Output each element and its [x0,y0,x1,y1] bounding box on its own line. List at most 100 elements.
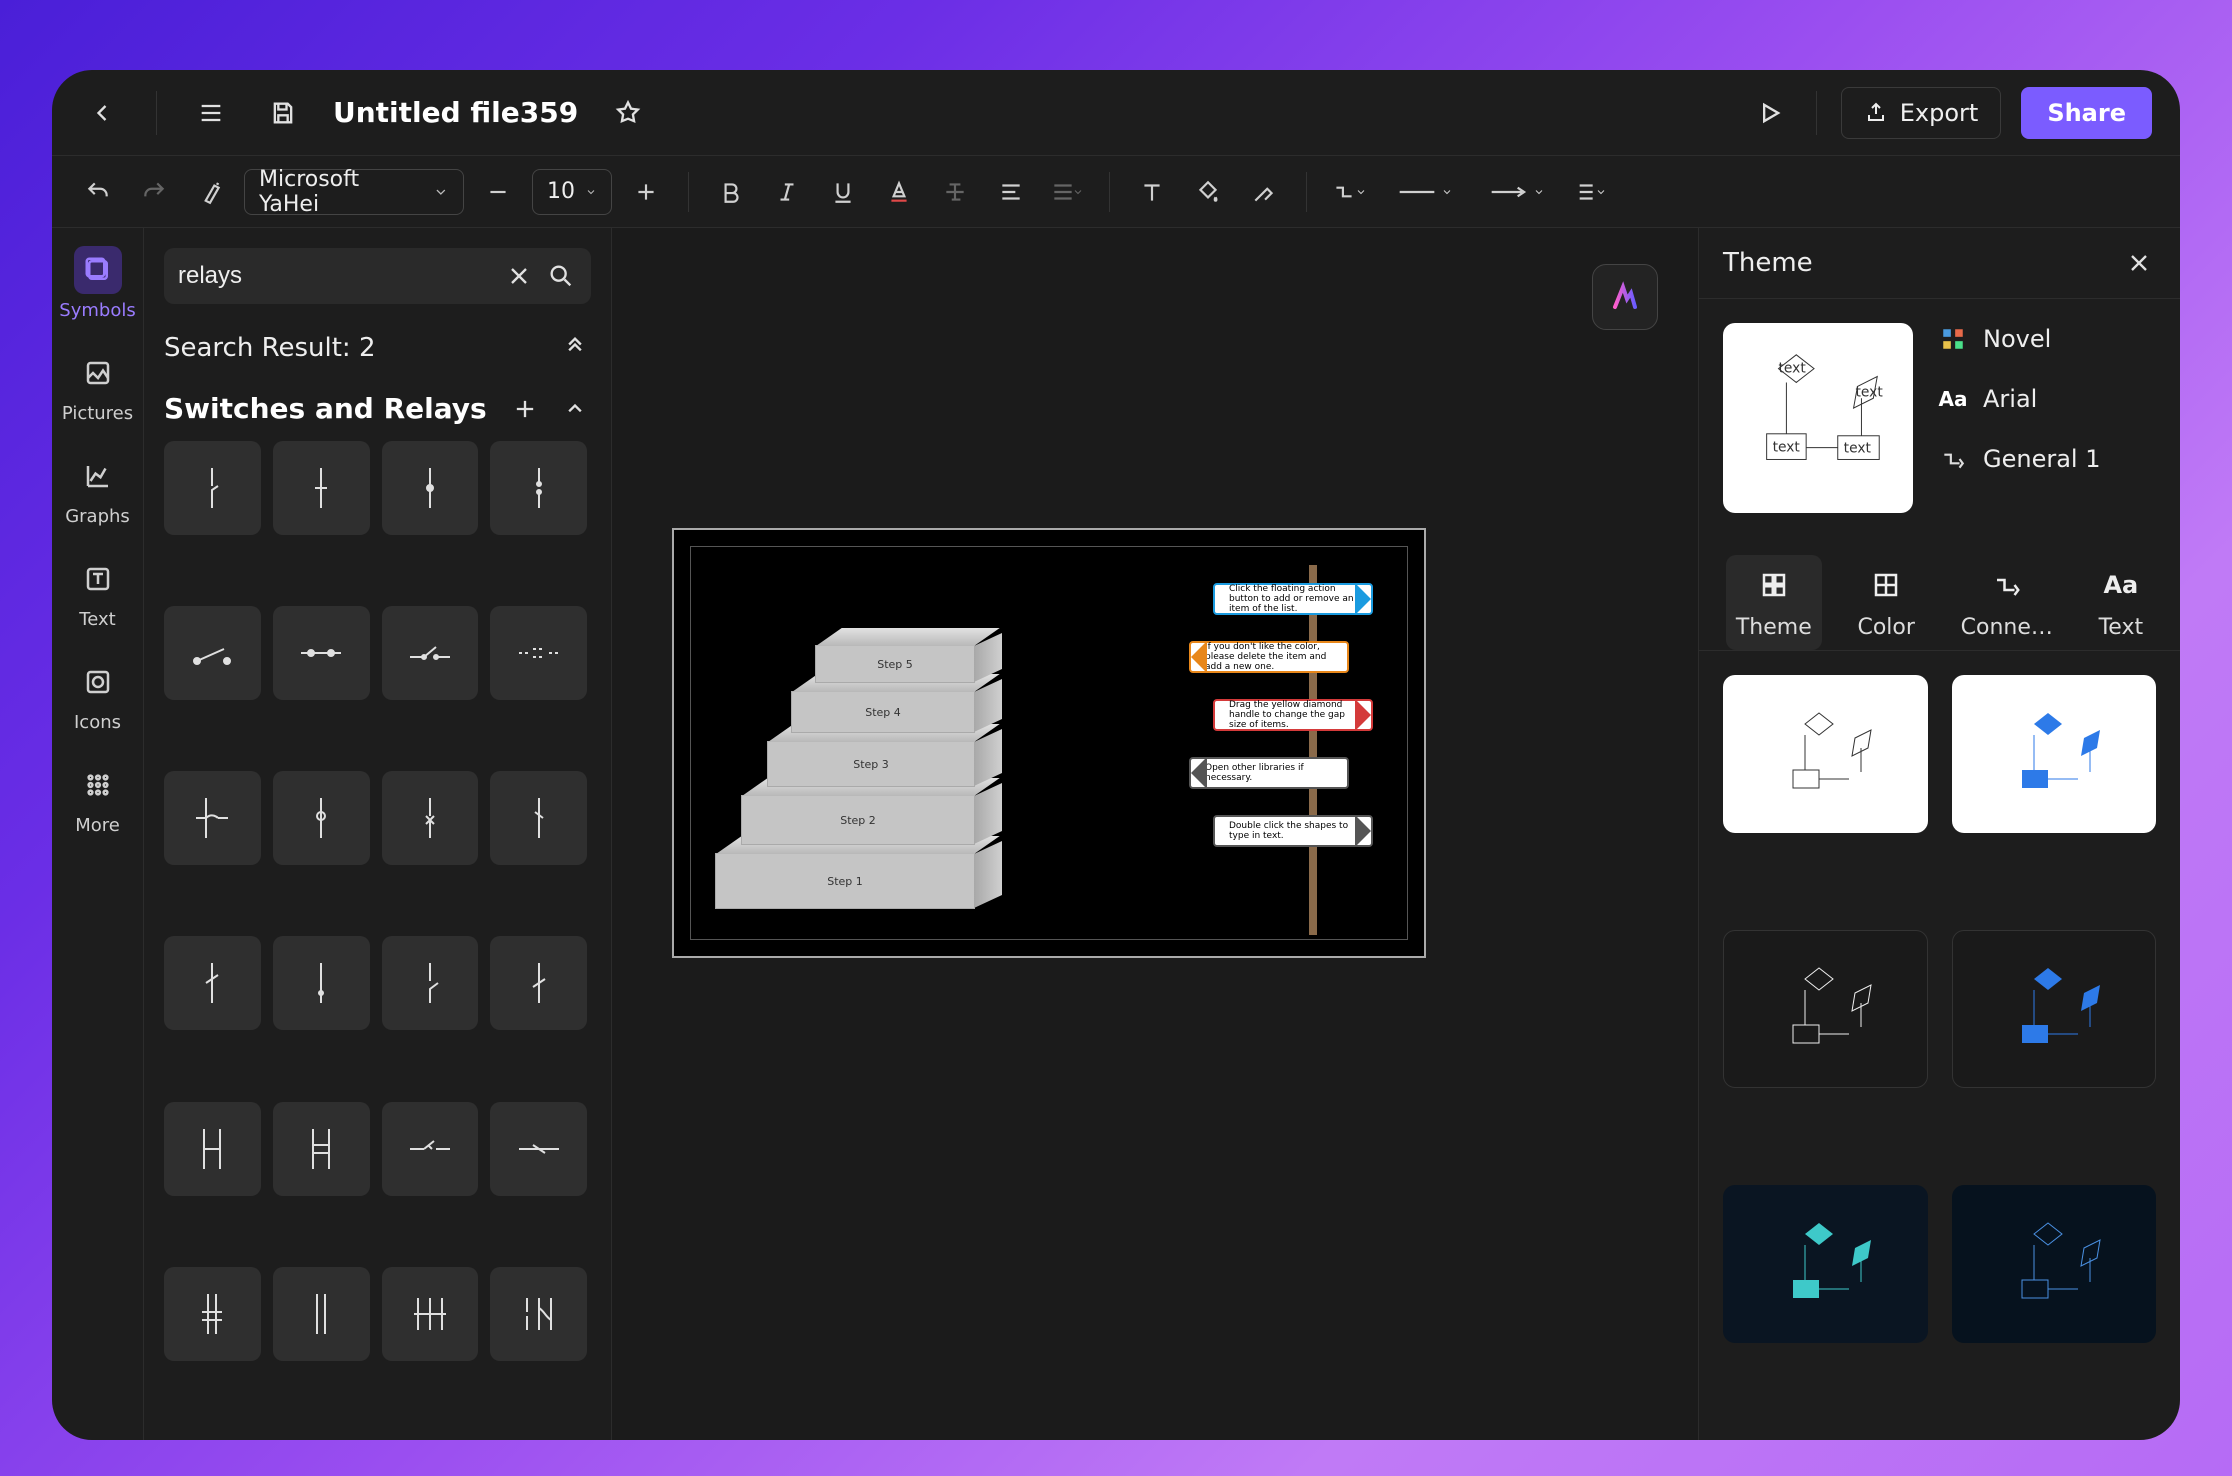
line-spacing-button[interactable] [1045,170,1089,214]
share-button[interactable]: Share [2021,87,2152,139]
strikethrough-button[interactable] [933,170,977,214]
theme-preview[interactable]: text text text text [1723,323,1913,513]
font-decrease-button[interactable] [476,170,520,214]
arrow-style-button[interactable] [1475,170,1555,214]
sign-arrow[interactable]: Double click the shapes to type in text. [1213,815,1373,847]
theme-overview-list: Novel Aa Arial General 1 [1937,323,2156,513]
rail-graphs-label: Graphs [65,506,130,527]
symbol-thumb[interactable] [382,1267,479,1361]
symbol-thumb[interactable] [164,771,261,865]
document-title[interactable]: Untitled file359 [333,96,578,129]
step-block[interactable]: Step 3 [767,741,975,787]
theme-overview-connector: General 1 [1937,443,2156,475]
symbol-thumb[interactable] [164,1102,261,1196]
text-tool-button[interactable] [1130,170,1174,214]
font-increase-button[interactable] [624,170,668,214]
collapse-results-button[interactable] [559,332,591,364]
symbol-thumb[interactable] [164,606,261,700]
rail-text[interactable]: Text [74,555,122,630]
symbol-thumb[interactable] [490,606,587,700]
collapse-category-button[interactable] [559,393,591,425]
symbol-thumb[interactable] [273,606,370,700]
search-result-header: Search Result: 2 [164,332,591,364]
symbol-thumb[interactable] [382,936,479,1030]
font-color-button[interactable] [877,170,921,214]
symbol-thumb[interactable] [382,606,479,700]
symbol-thumb[interactable] [164,1267,261,1361]
theme-tab-color[interactable]: Color [1847,555,1924,650]
sign-arrow[interactable]: If you don't like the color, please dele… [1189,641,1349,673]
export-button[interactable]: Export [1841,87,2002,139]
symbol-thumb[interactable] [164,441,261,535]
font-selector[interactable]: Microsoft YaHei [244,169,464,215]
save-button[interactable] [261,91,305,135]
symbol-thumb[interactable] [273,936,370,1030]
favorite-button[interactable] [606,91,650,135]
sign-arrow[interactable]: Open other libraries if necessary. [1189,757,1349,789]
sign-arrow[interactable]: Click the floating action button to add … [1213,583,1373,615]
canvas-frame[interactable]: Step 1 Step 2 Step 3 Step 4 Step 5 Click… [672,528,1426,958]
theme-grid [1699,651,2180,1440]
format-painter-button[interactable] [188,170,232,214]
theme-card[interactable] [1723,930,1928,1088]
symbol-thumb[interactable] [490,936,587,1030]
step-block[interactable]: Step 1 [715,853,975,909]
back-button[interactable] [80,91,124,135]
sign-arrow[interactable]: Drag the yellow diamond handle to change… [1213,699,1373,731]
rail-more[interactable]: More [74,761,122,836]
theme-tab-connector[interactable]: Conne… [1951,555,2063,650]
rail-icons[interactable]: Icons [74,658,122,733]
canvas[interactable]: Step 1 Step 2 Step 3 Step 4 Step 5 Click… [612,228,1698,1440]
connector-type-button[interactable] [1327,170,1371,214]
bold-button[interactable] [709,170,753,214]
line-style-button[interactable] [1383,170,1463,214]
play-button[interactable] [1748,91,1792,135]
export-label: Export [1900,99,1979,127]
symbol-thumb[interactable] [490,1267,587,1361]
clear-search-button[interactable] [503,260,535,292]
theme-card[interactable] [1952,675,2157,833]
add-category-button[interactable] [509,393,541,425]
align-button[interactable] [989,170,1033,214]
rail-graphs[interactable]: Graphs [65,452,130,527]
theme-panel: Theme text text text text [1698,228,2180,1440]
theme-card[interactable] [1723,1185,1928,1343]
symbol-thumb[interactable] [382,441,479,535]
symbol-thumb[interactable] [273,1102,370,1196]
ai-assistant-button[interactable] [1592,264,1658,330]
symbol-thumb[interactable] [273,441,370,535]
rail-pictures[interactable]: Pictures [62,349,133,424]
theme-tab-theme[interactable]: Theme [1726,555,1822,650]
font-size: 10 [547,179,575,204]
font-icon: Aa [1937,383,1969,415]
search-input[interactable] [178,262,493,290]
theme-card[interactable] [1952,1185,2157,1343]
symbol-thumb[interactable] [273,771,370,865]
eyedropper-button[interactable] [1242,170,1286,214]
symbol-thumb[interactable] [490,1102,587,1196]
symbol-thumb[interactable] [490,441,587,535]
undo-button[interactable] [76,170,120,214]
step-block[interactable]: Step 5 [815,645,975,683]
rail-symbols[interactable]: Symbols [59,246,135,321]
italic-button[interactable] [765,170,809,214]
theme-card[interactable] [1952,930,2157,1088]
theme-card[interactable] [1723,675,1928,833]
symbol-thumb[interactable] [273,1267,370,1361]
search-button[interactable] [545,260,577,292]
close-theme-panel-button[interactable] [2122,246,2156,280]
font-size-selector[interactable]: 10 [532,169,612,215]
symbol-thumb[interactable] [490,771,587,865]
app-window: Untitled file359 Export Share Microsoft … [52,70,2180,1440]
symbol-thumb[interactable] [382,771,479,865]
symbol-thumb[interactable] [164,936,261,1030]
fill-color-button[interactable] [1186,170,1230,214]
symbol-thumb[interactable] [382,1102,479,1196]
redo-button[interactable] [132,170,176,214]
theme-tab-text[interactable]: Aa Text [2089,555,2154,650]
step-block[interactable]: Step 2 [741,795,975,845]
step-block[interactable]: Step 4 [791,691,975,733]
underline-button[interactable] [821,170,865,214]
list-style-button[interactable] [1567,170,1611,214]
menu-button[interactable] [189,91,233,135]
